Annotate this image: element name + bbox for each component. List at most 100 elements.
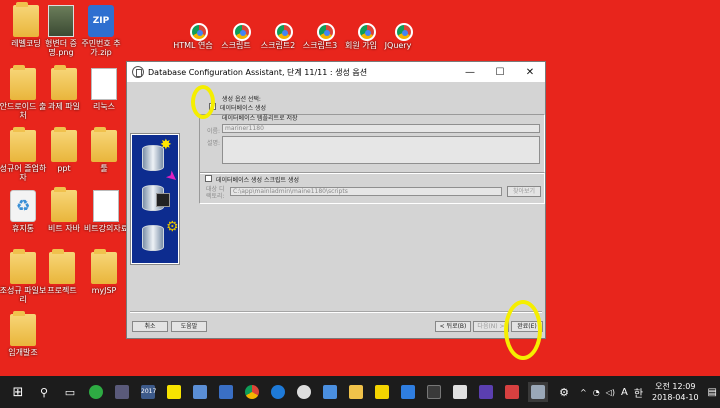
help-button[interactable]: 도움말 [171,321,207,332]
recycle-bin-icon: ♻ [10,190,36,222]
chrome-folder-icon [265,7,293,41]
ime-label[interactable]: A [621,387,628,398]
app-bar-icon[interactable] [112,382,132,402]
app-blue-icon[interactable] [398,382,418,402]
template-description-label: 설명: [207,140,221,147]
desktop-icon-label: 임개발조 [8,348,38,357]
wizard-illustration: ✸ ➤ ⚙ [130,133,182,265]
desktop-icon-label: myJSP [91,286,117,295]
destination-directory-field[interactable]: C:\app\mainladmin\maine1180\scripts [230,187,502,196]
desktop-icon-folder[interactable]: 임개발조 [0,311,48,357]
template-name-field[interactable]: mariner1180 [222,124,540,133]
desktop-icon-folder[interactable]: 툴 [79,127,129,173]
chrome-folder-icon [348,7,376,41]
kakaotalk-icon[interactable] [164,382,184,402]
notification-icon[interactable]: ▤ [708,387,717,398]
chrome-file-icon [385,7,413,41]
dbca-window: Database Configuration Assistant, 단계 11/… [126,61,546,339]
maximize-icon[interactable]: ☐ [485,67,515,78]
chrome-icon[interactable] [242,382,262,402]
file-explorer-icon[interactable] [346,382,366,402]
save-template-label: 데이터베이스 템플리트로 저장 [222,115,298,122]
search-icon[interactable]: ⚲ [34,382,54,402]
desktop-icon-label: 비트강의자료 [83,224,129,233]
task-view-icon[interactable]: ▭ [60,382,80,402]
settings-gear-icon[interactable]: ⚙ [554,382,574,402]
gear-icon: ⚙ [166,219,179,235]
folder-icon [91,127,117,162]
desktop-icon-label: 주민번호 추가.zip [81,39,121,57]
app-green-icon[interactable] [86,382,106,402]
document-icon [93,190,119,222]
desktop-icon-chrome[interactable]: JQuery [373,7,423,50]
language-label[interactable]: 한 [634,385,643,400]
folder-icon [51,187,77,222]
image-file-icon [48,5,74,37]
clock-date: 2018-04-10 [652,393,699,402]
zip-file-icon: ZIP [88,5,114,37]
desktop-icon-label: JQuery [384,41,412,50]
music-icon[interactable] [450,382,470,402]
clock[interactable]: 오전 12:09 2018-04-10 [652,381,699,403]
app-purple-icon[interactable] [476,382,496,402]
window-titlebar[interactable]: Database Configuration Assistant, 단계 11/… [127,62,545,82]
calendar-icon[interactable]: 2017 [138,382,158,402]
chrome-folder-icon [223,7,251,41]
folder-icon [51,65,77,100]
highlight-circle-checkbox [191,85,215,119]
chrome-folder-icon [180,7,208,41]
oracle-app-icon [132,66,144,78]
close-icon[interactable]: ✕ [515,67,545,78]
network-icon[interactable]: ◔ [593,388,600,397]
desktop-icon-folder[interactable]: myJSP [79,249,129,295]
windows-start-icon[interactable]: ⊞ [8,382,28,402]
create-database-label: 데이터베이스 생성 [220,105,267,112]
clock-time: 오전 12:09 [655,382,696,391]
back-button[interactable]: < 뒤로(B) [435,321,471,332]
dbca-taskbar-icon[interactable] [528,382,548,402]
folder-icon [10,249,36,284]
highlight-circle-finish [504,300,542,360]
app-red-icon[interactable] [502,382,522,402]
notes-icon[interactable] [190,382,210,402]
chrome-folder-icon [307,7,335,41]
store-icon[interactable] [320,382,340,402]
system-tray: ^ ◔ ◁) A 한 오전 12:09 2018-04-10 ▤ [577,381,720,403]
folder-icon [91,249,117,284]
footer-separator [130,311,542,313]
template-name-label: 이름: [207,128,221,135]
options-header-label: 생성 옵션 선택: [222,96,261,103]
generate-script-label: 데이터베이스 생성 스크립트 생성 [216,177,300,184]
folder-icon [10,127,36,162]
folder-icon [49,249,75,284]
desktop-icon-zip[interactable]: ZIP 주민번호 추가.zip [76,5,126,57]
minimize-icon[interactable]: — [455,67,485,78]
floppy-disk-icon [156,193,170,207]
browse-button[interactable]: 찾아보기 [507,186,541,197]
folder-icon [10,311,36,346]
window-title: Database Configuration Assistant, 단계 11/… [148,67,368,77]
edge-icon[interactable] [268,382,288,402]
tray-chevron-icon[interactable]: ^ [580,388,587,397]
cancel-button[interactable]: 취소 [132,321,168,332]
destination-directory-label: 대상 디렉토리: [206,186,225,200]
desktop-icon-label: 툴 [100,164,108,173]
app-dark-icon[interactable] [424,382,444,402]
database-icon [142,225,164,251]
calendar-badge: 2017 [141,385,156,399]
dictionary-icon[interactable] [216,382,236,402]
document-icon [91,68,117,100]
taskbar: ⊞ ⚲ ▭ 2017 ⚙ ^ ◔ ◁) A 한 오전 12:09 2018-04… [0,376,720,408]
app-yellow-icon[interactable] [372,382,392,402]
star-icon: ✸ [160,137,172,153]
volume-icon[interactable]: ◁) [606,388,615,397]
desktop-icon-document[interactable]: 리눅스 [79,68,129,111]
folder-icon [10,65,36,100]
template-description-field[interactable] [222,136,540,164]
desktop-icon-label: 리눅스 [92,102,116,111]
desktop-icon-document[interactable]: 비트강의자료 [81,190,131,233]
github-icon[interactable] [294,382,314,402]
generate-script-checkbox[interactable] [205,175,212,182]
folder-icon [51,127,77,162]
arrow-icon: ➤ [162,167,182,187]
